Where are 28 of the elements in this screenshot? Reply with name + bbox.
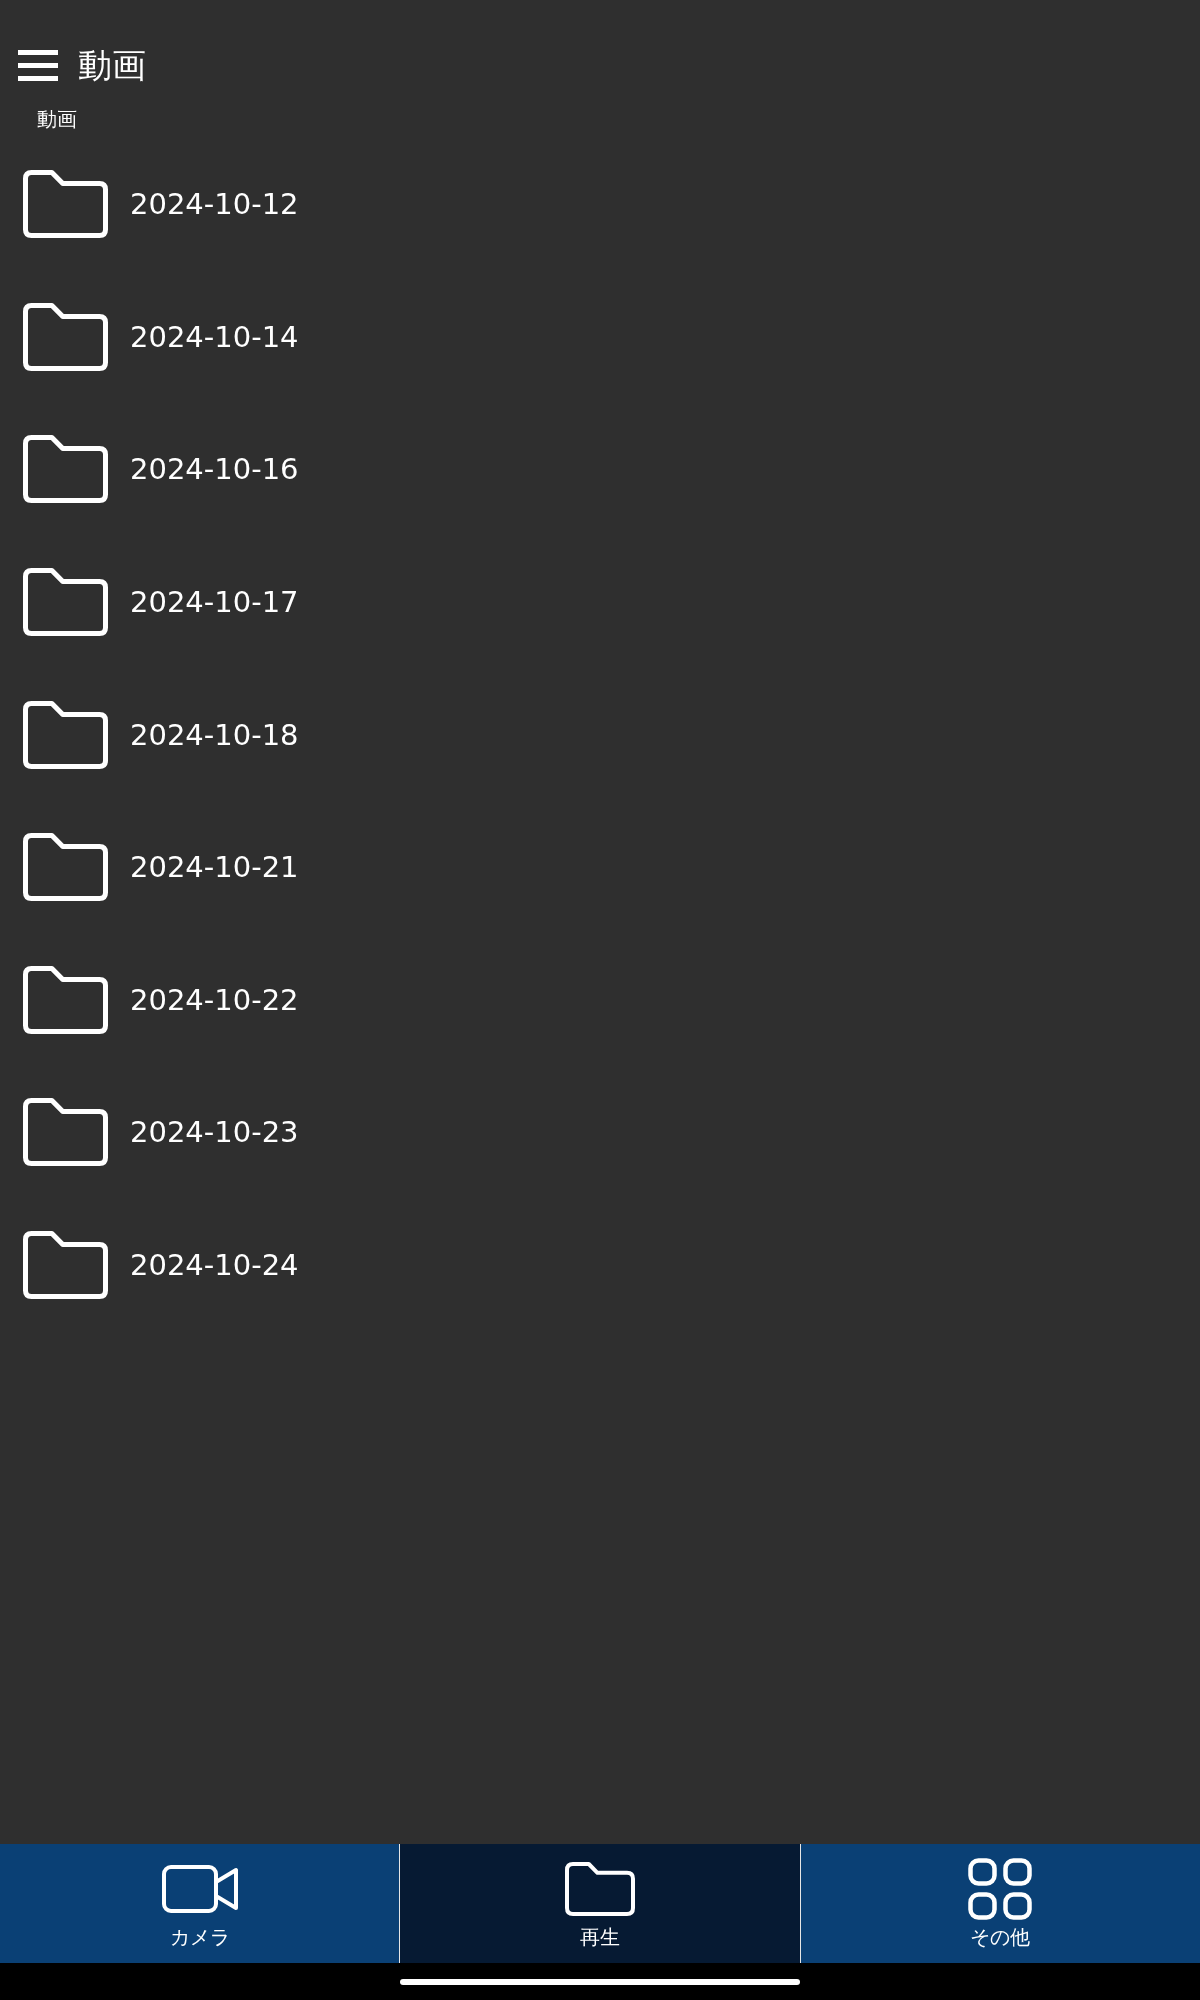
folder-name[interactable]: 2024-10-17 bbox=[130, 585, 299, 620]
folder-name[interactable]: 2024-10-23 bbox=[130, 1115, 299, 1150]
folder-icon bbox=[23, 965, 108, 1034]
folder-icon bbox=[23, 302, 108, 371]
breadcrumb-text: 動画 bbox=[37, 106, 77, 132]
folder-name[interactable]: 2024-10-14 bbox=[130, 319, 299, 354]
menu-icon bbox=[18, 49, 58, 81]
folder-name[interactable]: 2024-10-16 bbox=[130, 452, 299, 487]
folder-icon bbox=[23, 568, 108, 637]
nav-tab[interactable]: カメラ bbox=[0, 1844, 400, 1963]
nav-tab[interactable]: その他 bbox=[799, 1844, 1200, 1963]
folder-icon bbox=[565, 1862, 635, 1916]
folder-icon bbox=[23, 435, 108, 504]
folder-name[interactable]: 2024-10-18 bbox=[130, 717, 299, 752]
folder-icon bbox=[23, 833, 108, 902]
folder-name[interactable]: 2024-10-12 bbox=[130, 187, 299, 222]
folder-icon bbox=[23, 1098, 108, 1167]
folder-icon bbox=[23, 700, 108, 769]
folder-name[interactable]: 2024-10-21 bbox=[130, 850, 299, 885]
folder-icon bbox=[23, 1231, 108, 1300]
nav-tab[interactable]: 再生 bbox=[399, 1844, 800, 1963]
menu-button[interactable] bbox=[18, 49, 58, 81]
folder-icon bbox=[23, 170, 108, 239]
video-camera-icon bbox=[161, 1865, 238, 1913]
folder-name[interactable]: 2024-10-24 bbox=[130, 1248, 299, 1283]
screen-title: 動画 bbox=[78, 45, 146, 85]
grid-icon bbox=[968, 1858, 1033, 1920]
folder-name[interactable]: 2024-10-22 bbox=[130, 982, 299, 1017]
